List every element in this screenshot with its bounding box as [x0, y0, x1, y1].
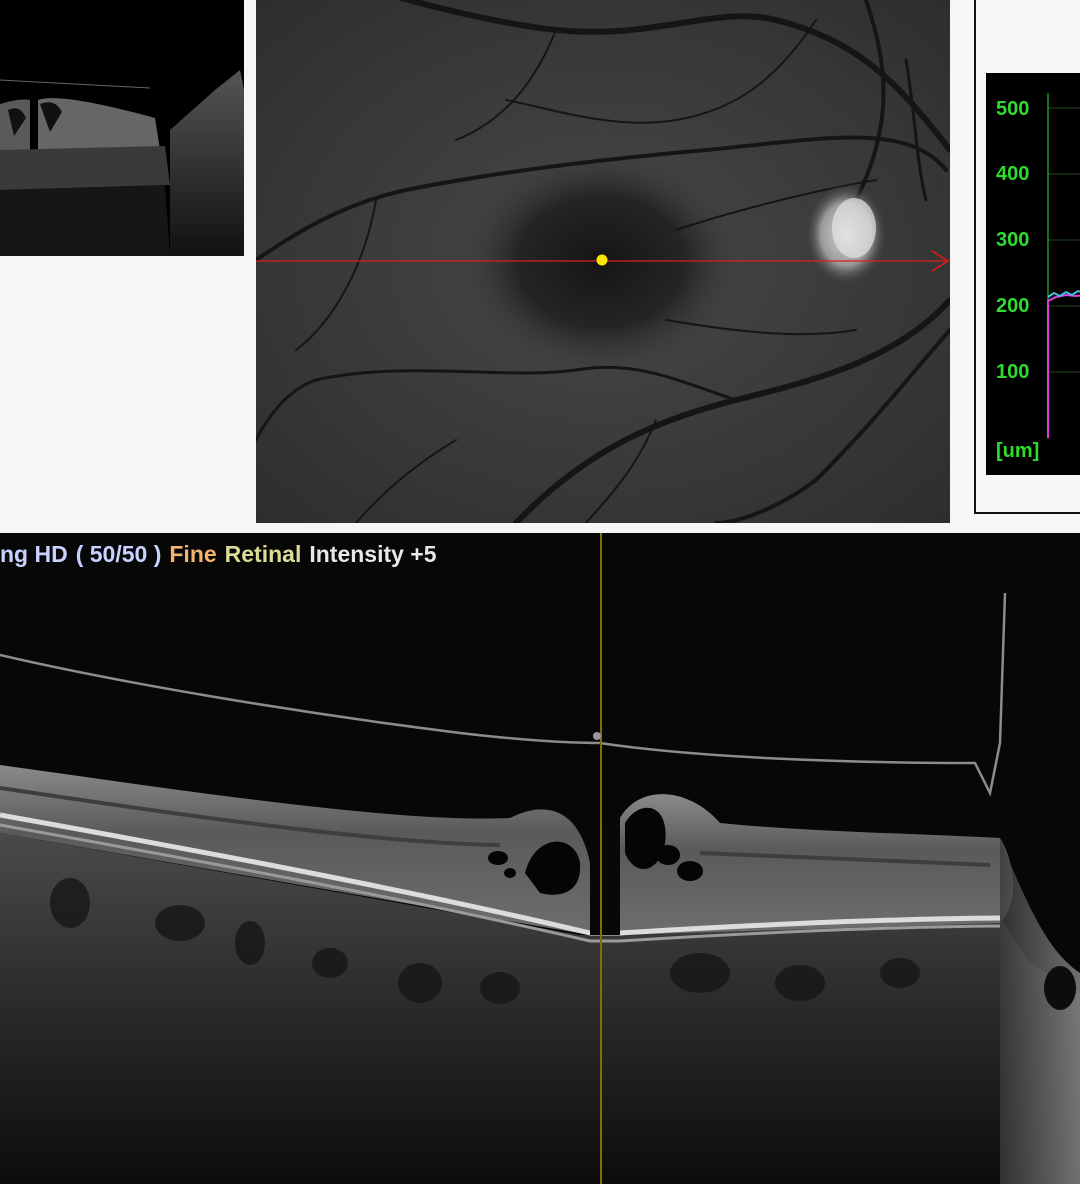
frame-count-label: ( 50/50 )	[75, 541, 162, 567]
scan-info-header: ng HD ( 50/50 ) Fine Retinal Intensity +5	[0, 539, 445, 569]
thickness-profile-chart[interactable]: 500 400 300 200 100 [um]	[986, 73, 1080, 475]
profile-line-magenta	[1047, 293, 1080, 438]
oct-thumbnail[interactable]	[0, 0, 244, 256]
scan-mode-label: ng HD	[0, 541, 68, 567]
quality-label: Fine	[169, 541, 217, 567]
layer-label: Retinal	[224, 541, 302, 567]
intensity-label: Intensity +5	[309, 541, 437, 567]
fundus-image[interactable]	[256, 0, 950, 523]
oct-bscan[interactable]: ng HD ( 50/50 ) Fine Retinal Intensity +5	[0, 533, 1080, 1184]
thickness-plot	[1047, 93, 1080, 438]
fovea-marker	[596, 254, 608, 266]
